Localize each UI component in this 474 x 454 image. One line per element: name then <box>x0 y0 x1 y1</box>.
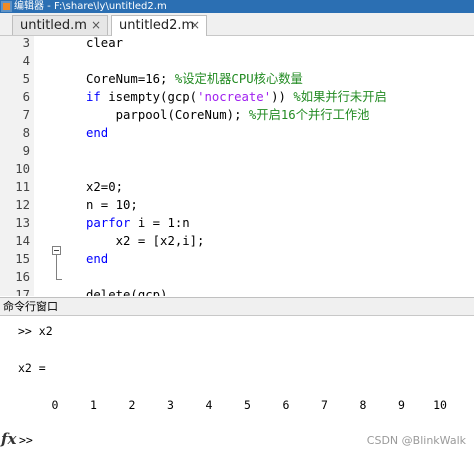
code-line[interactable]: 3 clear <box>0 36 474 52</box>
output-value: 9 <box>398 398 405 412</box>
line-number: 6 <box>22 90 30 104</box>
line-number: 11 <box>15 180 30 194</box>
code-line[interactable]: 11 x2=0; <box>0 178 474 196</box>
matlab-app-icon <box>1 1 12 12</box>
output-value: 1 <box>90 398 97 412</box>
code-token: n = 10; <box>86 198 138 212</box>
tab-untitled[interactable]: untitled.m × <box>12 15 108 35</box>
window-title: 编辑器 - F:\share\ly\untitled2.m <box>14 1 167 12</box>
output-value: 5 <box>244 398 251 412</box>
keyword-token: end <box>86 126 109 140</box>
output-value: 4 <box>205 398 213 412</box>
code-line[interactable]: 5 CoreNum=16; %设定机器CPU核心数量 <box>0 70 474 88</box>
code-line[interactable]: 10 <box>0 160 474 178</box>
code-token: isempty(gcp( <box>100 90 198 104</box>
code-line[interactable]: 13 parfor i = 1:n <box>0 214 474 232</box>
code-token: x2=0; <box>86 180 124 194</box>
line-number: 4 <box>22 54 30 68</box>
line-number: 7 <box>22 108 30 122</box>
comment-token: %如果并行未开启 <box>293 90 387 104</box>
output-value: 10 <box>433 398 447 412</box>
command-prompt[interactable]: >> <box>19 433 33 447</box>
editor-tab-bar: untitled.m × untitled2.m × <box>0 13 474 36</box>
line-number: 12 <box>15 198 30 212</box>
code-line[interactable]: 7 parpool(CoreNum); %开启16个并行工作池 <box>0 106 474 124</box>
comment-token: %设定机器CPU核心数量 <box>174 72 303 86</box>
line-number: 14 <box>15 234 30 248</box>
code-text: x2=0; <box>86 178 123 196</box>
code-text: CoreNum=16; %设定机器CPU核心数量 <box>86 70 303 88</box>
line-number: 3 <box>22 36 30 50</box>
line-number: 8 <box>22 126 30 140</box>
command-window[interactable]: >> x2 x2 = fx >> CSDN @BlinkWalk 0 1 2 3 4 5 6… <box>0 316 474 454</box>
code-line[interactable]: 4 <box>0 52 474 70</box>
code-text: delete(gcp) <box>86 286 167 296</box>
code-line[interactable]: 15 end <box>0 250 474 268</box>
code-token: CoreNum=16; <box>86 72 175 86</box>
code-line[interactable]: 8 end <box>0 124 474 142</box>
code-editor[interactable]: 3 clear 4 5 CoreNum=16; %设定机器CPU核心数量 6 if isem… <box>0 36 474 296</box>
code-text: x2 = [x2,i]; <box>86 232 205 250</box>
comment-token: %开启16个并行工作池 <box>248 108 370 122</box>
code-text: n = 10; <box>86 196 138 214</box>
fx-function-browser-icon[interactable]: fx <box>1 430 16 448</box>
code-line[interactable]: 12 n = 10; <box>0 196 474 214</box>
keyword-token: end <box>86 252 109 266</box>
line-number: 5 <box>22 72 30 86</box>
watermark: CSDN @BlinkWalk <box>366 434 466 447</box>
keyword-token: parfor <box>86 216 131 230</box>
tab-close-icon[interactable]: × <box>190 16 200 35</box>
code-line[interactable]: 17 delete(gcp) <box>0 286 474 296</box>
line-number: 15 <box>15 252 30 266</box>
code-token: clear <box>86 36 124 50</box>
output-value: 3 <box>167 398 174 412</box>
code-token: delete(gcp) <box>86 288 168 296</box>
code-text: parpool(CoreNum); %开启16个并行工作池 <box>86 106 370 124</box>
entered-command: >> x2 <box>18 324 53 338</box>
line-number: 10 <box>15 162 30 176</box>
window-title-bar: 编辑器 - F:\share\ly\untitled2.m <box>0 0 474 13</box>
line-number: 17 <box>15 288 30 296</box>
tab-label: untitled2.m <box>119 18 195 33</box>
command-window-header: 命令行窗口 <box>0 297 474 316</box>
line-number: 16 <box>15 270 30 284</box>
code-text: end <box>86 250 108 268</box>
line-number: 13 <box>15 216 30 230</box>
code-text: end <box>86 124 108 142</box>
output-label: x2 = <box>18 361 46 375</box>
command-window-title: 命令行窗口 <box>3 300 58 313</box>
tab-untitled2[interactable]: untitled2.m × <box>111 15 207 36</box>
code-token: )) <box>271 90 294 104</box>
code-token: parpool(CoreNum); <box>115 108 249 122</box>
code-text: clear <box>86 36 123 52</box>
code-text: if isempty(gcp('nocreate')) %如果并行未开启 <box>86 88 387 106</box>
output-value: 8 <box>359 398 367 412</box>
output-value: 7 <box>321 398 328 412</box>
output-value: 0 <box>51 398 59 412</box>
tab-close-icon[interactable]: × <box>91 16 101 35</box>
output-value: 2 <box>128 398 136 412</box>
code-line[interactable]: 14 x2 = [x2,i]; <box>0 232 474 250</box>
output-value: 6 <box>282 398 290 412</box>
code-line[interactable]: 16 <box>0 268 474 286</box>
keyword-token: if <box>86 90 101 104</box>
line-number: 9 <box>22 144 30 158</box>
tab-label: untitled.m <box>20 18 87 33</box>
code-token: i = 1:n <box>130 216 190 230</box>
string-token: 'nocreate' <box>197 90 272 104</box>
code-token: x2 = [x2,i]; <box>115 234 205 248</box>
code-line[interactable]: 6 if isempty(gcp('nocreate')) %如果并行未开启 <box>0 88 474 106</box>
code-text: parfor i = 1:n <box>86 214 190 232</box>
code-line[interactable]: 9 <box>0 142 474 160</box>
